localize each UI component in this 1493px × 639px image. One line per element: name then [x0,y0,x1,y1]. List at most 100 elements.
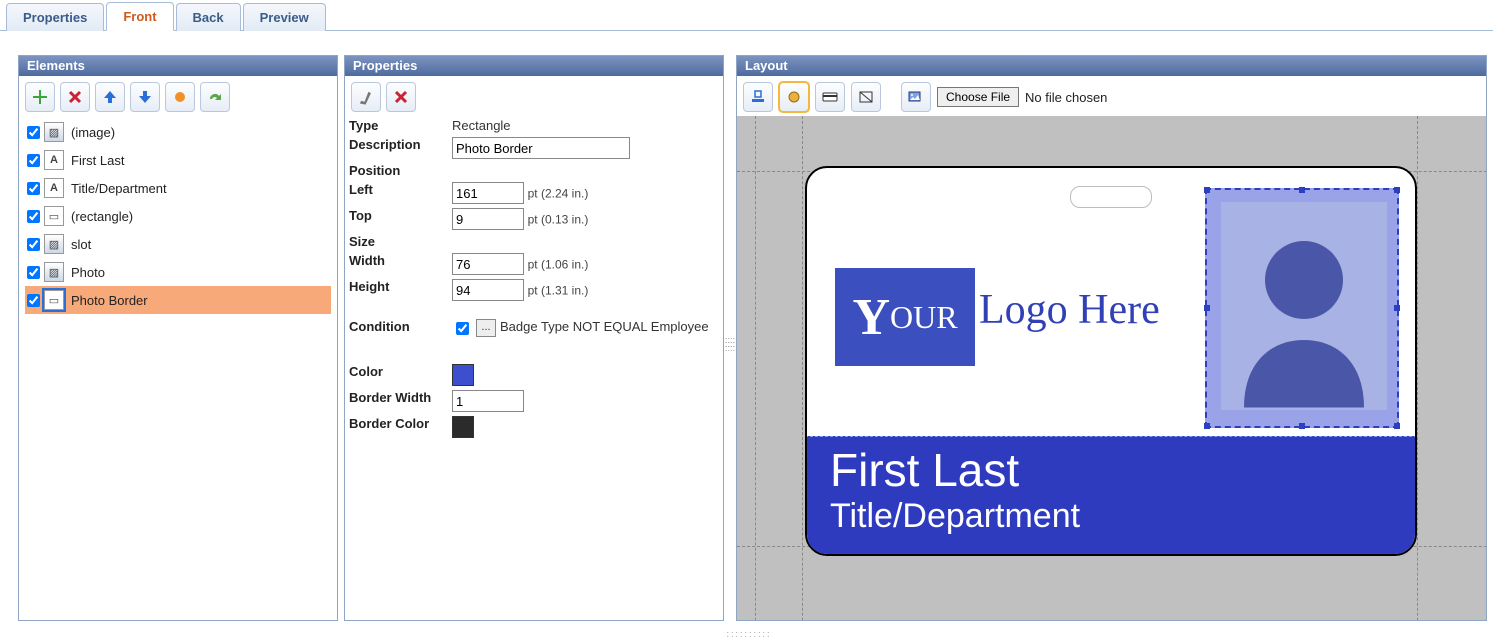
width-label: Width [345,251,448,277]
tab-back[interactable]: Back [176,3,241,31]
card-tool-button[interactable] [815,82,845,112]
badge-logo-box[interactable]: YOUR [835,268,975,366]
image-icon: ▨ [44,122,64,142]
tab-preview[interactable]: Preview [243,3,326,31]
left-input[interactable] [452,182,524,204]
image-picker-button[interactable] [901,82,931,112]
no-file-label: No file chosen [1025,90,1107,105]
layout-panel-title: Layout [737,56,1486,76]
type-value: Rectangle [448,116,723,135]
move-down-button[interactable] [130,82,160,112]
move-up-button[interactable] [95,82,125,112]
description-input[interactable] [452,137,630,159]
choose-file-button[interactable]: Choose File [937,87,1019,107]
list-item[interactable]: ▭(rectangle) [25,202,331,230]
color-swatch[interactable] [452,364,474,386]
visible-checkbox[interactable] [27,154,40,167]
text-icon: A [44,178,64,198]
layout-toolbar: Choose File No file chosen [737,76,1486,119]
text-icon: A [44,150,64,170]
type-label: Type [345,116,448,135]
list-item[interactable]: AFirst Last [25,146,331,174]
badge-name-bar[interactable]: First Last Title/Department [805,436,1417,556]
width-hint: pt (1.06 in.) [528,258,589,272]
top-hint: pt (0.13 in.) [528,213,589,227]
element-label: First Last [68,152,127,169]
badge-slot[interactable] [1070,186,1152,208]
element-label: slot [68,236,94,253]
badge-logo-text[interactable]: Logo Here [979,286,1160,334]
layout-panel: Layout Choose File No file chosen [736,55,1487,621]
element-label: (rectangle) [68,208,136,225]
coin-tool-button[interactable] [779,82,809,112]
logo-our: OUR [890,299,958,336]
visible-checkbox[interactable] [27,210,40,223]
height-input[interactable] [452,279,524,301]
rectangle-icon: ▭ [44,290,64,310]
size-label: Size [345,232,448,251]
element-label: Photo Border [68,292,151,309]
condition-label: Condition [345,317,448,340]
list-item[interactable]: ▭Photo Border [25,286,331,314]
delete-element-button[interactable] [60,82,90,112]
top-input[interactable] [452,208,524,230]
add-element-button[interactable] [25,82,55,112]
main-tabstrip: Properties Front Back Preview [0,0,1493,31]
left-hint: pt (2.24 in.) [528,187,589,201]
tab-properties[interactable]: Properties [6,3,104,31]
image-icon: ▨ [44,234,64,254]
height-hint: pt (1.31 in.) [528,284,589,298]
color-label: Color [345,362,448,388]
logo-y: Y [852,288,890,347]
visible-checkbox[interactable] [27,294,40,307]
stamp-tool-button[interactable] [743,82,773,112]
badge-photo[interactable] [1221,202,1387,410]
reset-button[interactable] [165,82,195,112]
delete-property-button[interactable] [386,82,416,112]
visible-checkbox[interactable] [27,182,40,195]
description-label: Description [345,135,448,161]
badge-title-text: Title/Department [830,497,1392,536]
badge-name-text: First Last [830,443,1392,497]
apply-button[interactable] [351,82,381,112]
visible-checkbox[interactable] [27,126,40,139]
splitter-vertical[interactable]: :::::::::::: [725,338,735,374]
list-item[interactable]: ATitle/Department [25,174,331,202]
elements-panel: Elements ▨(image) AFirst Last ATitle/Dep… [18,55,338,621]
rectangle-icon: ▭ [44,206,64,226]
splitter-horizontal[interactable]: :::::::::: [727,629,767,637]
redo-button[interactable] [200,82,230,112]
condition-checkbox[interactable] [456,322,469,335]
elements-toolbar [19,76,337,116]
visible-checkbox[interactable] [27,238,40,251]
border-color-label: Border Color [345,414,448,440]
crop-tool-button[interactable] [851,82,881,112]
list-item[interactable]: ▨Photo [25,258,331,286]
image-icon: ▨ [44,262,64,282]
height-label: Height [345,277,448,303]
border-width-label: Border Width [345,388,448,414]
elements-panel-title: Elements [19,56,337,76]
condition-edit-button[interactable]: ... [476,319,496,337]
list-item[interactable]: ▨(image) [25,118,331,146]
layout-canvas[interactable]: YOUR Logo Here [737,116,1486,620]
properties-toolbar [345,76,723,116]
top-label: Top [345,206,448,232]
element-label: (image) [68,124,118,141]
border-color-swatch[interactable] [452,416,474,438]
condition-text: Badge Type NOT EQUAL Employee [500,319,709,334]
badge-card[interactable]: YOUR Logo Here [805,166,1417,556]
element-label: Photo [68,264,108,281]
tab-front[interactable]: Front [106,2,173,31]
avatar-icon [1229,210,1379,410]
left-label: Left [345,180,448,206]
position-label: Position [345,161,448,180]
elements-list: ▨(image) AFirst Last ATitle/Department ▭… [19,116,337,316]
element-label: Title/Department [68,180,170,197]
visible-checkbox[interactable] [27,266,40,279]
properties-panel: Properties TypeRectangle Description Pos… [344,55,724,621]
properties-panel-title: Properties [345,56,723,76]
border-width-input[interactable] [452,390,524,412]
width-input[interactable] [452,253,524,275]
list-item[interactable]: ▨slot [25,230,331,258]
